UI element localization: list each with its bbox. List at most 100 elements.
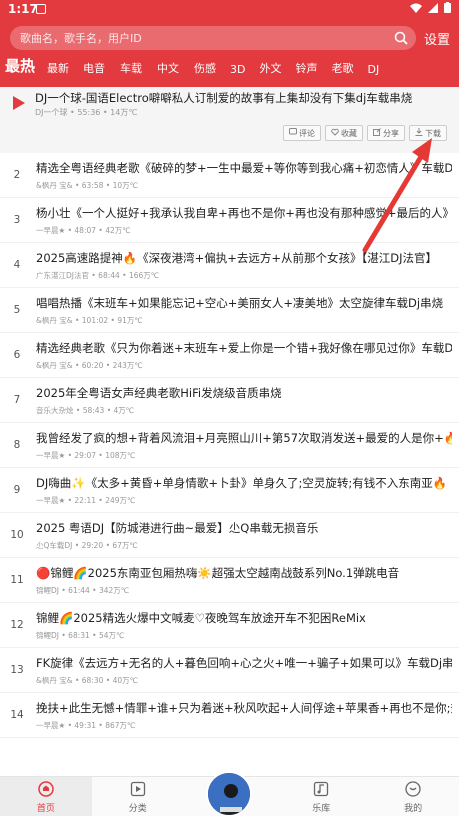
list-item[interactable]: 2 精选全粤语经典老歌《破碎的梦+一生中最爱+等你等到我心痛+初恋情人》车载Dj串… — [0, 153, 459, 198]
song-title[interactable]: 精选经典老歌《只为你着迷+末班车+爱上你是一个错+我好像在哪见过你》车载Dj串烧 — [36, 340, 452, 356]
song-title[interactable]: 2025 粤语DJ【防城港进行曲~最爱】尐Q串载无损音乐 — [36, 520, 452, 536]
song-meta: &枫丹 宝& • 63:58 • 10万℃ — [36, 181, 139, 190]
list-item[interactable]: 4 2025高速路提神🔥《深夜港湾+偏执+去远方+从前那个女孩》【湛江DJ法官】广… — [0, 243, 459, 288]
notification-icon — [36, 4, 46, 14]
download-icon — [415, 128, 423, 138]
song-title[interactable]: 我曾经发了疯的想+背着风流泪+月亮照山川+第57次取消发送+最爱的人是你+🔥 — [36, 430, 452, 446]
song-meta: 锦鲤DJ • 68:31 • 54万℃ — [36, 631, 125, 640]
download-label: 下载 — [425, 128, 441, 138]
list-item[interactable]: 11 🔴锦鲤🌈2025东南亚包厢热嗨☀️超强太空越南战鼓系列No.1弹跳电音 锦鲤D… — [0, 558, 459, 603]
song-meta: 一早晨★ • 49:31 • 867万℃ — [36, 721, 136, 730]
song-meta: &枫丹 宝& • 60:20 • 243万℃ — [36, 361, 143, 370]
search-input[interactable] — [20, 26, 380, 50]
rank-number: 6 — [13, 349, 21, 361]
rank-number: 14 — [10, 709, 24, 721]
tab-sad[interactable]: 伤感 — [194, 60, 216, 76]
nav-music-library-label: 乐库 — [312, 804, 331, 814]
song-title[interactable]: 精选全粤语经典老歌《破碎的梦+一生中最爱+等你等到我心痛+初恋情人》车载Dj串烧 — [36, 160, 452, 176]
list-item[interactable]: 3 杨小壮《一个人挺好+我承认我自卑+再也不是你+再也没有那种感觉+最后的人》12… — [0, 198, 459, 243]
tab-foreign[interactable]: 外文 — [259, 60, 281, 76]
rank-number: 12 — [10, 619, 24, 631]
share-label: 分享 — [383, 128, 399, 138]
song-title[interactable]: 锦鲤🌈2025精选火爆中文喊麦♡夜晚驾车放途开车不犯困ReMix — [36, 610, 452, 626]
list-item[interactable]: 8 我曾经发了疯的想+背着风流泪+月亮照山川+第57次取消发送+最爱的人是你+🔥 一… — [0, 423, 459, 468]
song-meta: 广东湛江DJ法官 • 68:44 • 166万℃ — [36, 271, 160, 280]
share-button[interactable]: 分享 — [367, 125, 405, 141]
status-bar: 1:17 — [0, 0, 459, 18]
rank-number: 4 — [13, 259, 21, 271]
category-icon — [92, 781, 184, 800]
comment-icon — [289, 128, 297, 138]
comment-label: 评论 — [299, 128, 315, 138]
search-icon[interactable] — [394, 30, 408, 49]
nav-home[interactable]: 首页 — [0, 777, 92, 816]
heart-icon — [331, 128, 339, 138]
tab-hottest[interactable]: 最热 — [5, 55, 35, 76]
song-title[interactable]: 🔴锦鲤🌈2025东南亚包厢热嗨☀️超强太空越南战鼓系列No.1弹跳电音 — [36, 565, 452, 581]
song-meta: 一早晨★ • 22:11 • 249万℃ — [36, 496, 136, 505]
download-button[interactable]: 下载 — [409, 125, 447, 141]
song-meta: 锦鲤DJ • 61:44 • 342万℃ — [36, 586, 130, 595]
tab-chinese[interactable]: 中文 — [157, 60, 179, 76]
search-bar[interactable] — [10, 26, 416, 50]
song-list: 2 精选全粤语经典老歌《破碎的梦+一生中最爱+等你等到我心痛+初恋情人》车载Dj串… — [0, 153, 459, 738]
list-item[interactable]: 7 2025年全粤语女声经典老歌HiFi发烧级音质串烧音乐大杂烩 • 58:43 … — [0, 378, 459, 423]
song-title[interactable]: DJ嗨曲✨《太多+黄昏+单身情歌+卜卦》单身久了;空灵旋转;有钱不入东南亚🔥 — [36, 475, 452, 491]
rank-number: 10 — [10, 529, 24, 541]
list-item[interactable]: 10 2025 粤语DJ【防城港进行曲~最爱】尐Q串载无损音乐尐Q车载DJ • 2… — [0, 513, 459, 558]
list-item[interactable]: 9 DJ嗨曲✨《太多+黄昏+单身情歌+卜卦》单身久了;空灵旋转;有钱不入东南亚🔥 一… — [0, 468, 459, 513]
music-library-icon — [275, 781, 367, 800]
comment-button[interactable]: 评论 — [283, 125, 321, 141]
rank-number: 3 — [13, 214, 21, 226]
tab-electronic[interactable]: 电音 — [83, 60, 105, 76]
nav-profile-label: 我的 — [404, 804, 423, 814]
song-title[interactable]: 唱唱热播《末班车+如果能忘记+空心+美丽女人+凄美地》太空旋律车载Dj串烧 — [36, 295, 452, 311]
status-time: 1:17 — [8, 2, 38, 16]
song-meta: 一早晨★ • 29:07 • 108万℃ — [36, 451, 136, 460]
rank-number: 9 — [13, 484, 21, 496]
list-item[interactable]: 14 挽扶+此生无憾+情罪+谁+只为着迷+秋风吹起+人间俘途+苹果香+再也不是你;… — [0, 693, 459, 738]
song-title[interactable]: 杨小壮《一个人挺好+我承认我自卑+再也不是你+再也没有那种感觉+最后的人》12首 — [36, 205, 452, 221]
list-item[interactable]: 5 唱唱热播《末班车+如果能忘记+空心+美丽女人+凄美地》太空旋律车载Dj串烧 &枫… — [0, 288, 459, 333]
rank-number: 7 — [13, 394, 21, 406]
tab-car[interactable]: 车载 — [120, 60, 142, 76]
featured-track[interactable]: DJ一个球-国语Electro噼噼私人订制爱的故事有上集却没有下集dj车载串烧 … — [0, 87, 459, 153]
featured-title[interactable]: DJ一个球-国语Electro噼噼私人订制爱的故事有上集却没有下集dj车载串烧 — [35, 90, 412, 106]
tab-dj[interactable]: DJ — [367, 63, 379, 76]
rank-number: 5 — [13, 304, 21, 316]
song-title[interactable]: 挽扶+此生无憾+情罪+谁+只为着迷+秋风吹起+人间俘途+苹果香+再也不是你;热歌 — [36, 700, 452, 716]
tab-ringtone[interactable]: 铃声 — [295, 60, 317, 76]
song-title[interactable]: 2025年全粤语女声经典老歌HiFi发烧级音质串烧 — [36, 385, 452, 401]
favorite-button[interactable]: 收藏 — [325, 125, 363, 141]
home-icon — [0, 781, 92, 800]
status-icons — [410, 2, 451, 16]
tab-newest[interactable]: 最新 — [47, 60, 69, 76]
song-meta: 音乐大杂烩 • 58:43 • 4万℃ — [36, 406, 135, 415]
song-title[interactable]: 2025高速路提神🔥《深夜港湾+偏执+去远方+从前那个女孩》【湛江DJ法官】 — [36, 250, 452, 266]
nav-category[interactable]: 分类 — [92, 777, 184, 816]
share-icon — [373, 128, 381, 138]
category-tabs: 最热 最新 电音 车载 中文 伤感 3D 外文 铃声 老歌 DJ — [0, 56, 459, 76]
profile-icon — [367, 781, 459, 800]
nav-now-playing[interactable] — [184, 771, 276, 816]
settings-button[interactable]: 设置 — [424, 29, 450, 48]
nav-home-label: 首页 — [36, 804, 55, 814]
nav-profile[interactable]: 我的 — [367, 777, 459, 816]
play-icon[interactable] — [13, 95, 25, 114]
song-meta: &枫丹 宝& • 101:02 • 91万℃ — [36, 316, 143, 325]
now-playing-disc[interactable] — [206, 771, 253, 816]
song-meta: 一早晨★ • 48:07 • 42万℃ — [36, 226, 131, 235]
tab-oldies[interactable]: 老歌 — [331, 60, 353, 76]
list-item[interactable]: 13 FK旋律《去远方+无名的人+暮色回响+心之火+唯一+骗子+如果可以》车载Dj… — [0, 648, 459, 693]
nav-category-label: 分类 — [128, 804, 147, 814]
rank-number: 2 — [13, 169, 21, 181]
song-title[interactable]: FK旋律《去远方+无名的人+暮色回响+心之火+唯一+骗子+如果可以》车载Dj串烧 — [36, 655, 452, 671]
list-item[interactable]: 12 锦鲤🌈2025精选火爆中文喊麦♡夜晚驾车放途开车不犯困ReMix 锦鲤DJ •… — [0, 603, 459, 648]
bottom-navigation: 首页 分类 乐库 我的 — [0, 771, 459, 816]
featured-meta: DJ一个球 • 55:36 • 14万℃ — [35, 108, 138, 117]
list-item[interactable]: 6 精选经典老歌《只为你着迷+末班车+爱上你是一个错+我好像在哪见过你》车载Dj串… — [0, 333, 459, 378]
tab-3d[interactable]: 3D — [230, 63, 245, 76]
signal-icon — [428, 2, 438, 16]
nav-music-library[interactable]: 乐库 — [275, 777, 367, 816]
song-meta: 尐Q车载DJ • 29:20 • 67万℃ — [36, 541, 138, 550]
